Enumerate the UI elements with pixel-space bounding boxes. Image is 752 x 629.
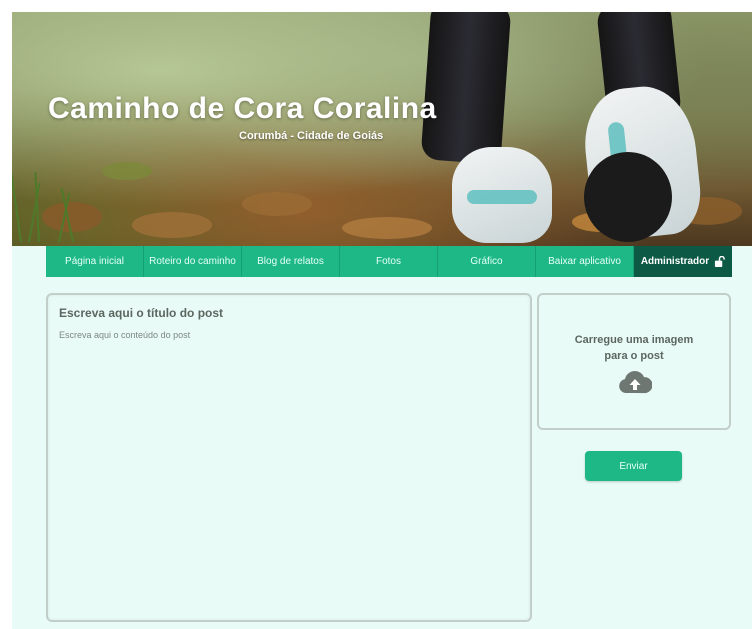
nav-item-label: Administrador xyxy=(640,256,710,267)
nav-item-download-app[interactable]: Baixar aplicativo xyxy=(536,246,634,277)
upload-prompt-line2: para o post xyxy=(604,350,664,362)
lock-open-icon xyxy=(715,256,725,267)
post-content-textarea[interactable] xyxy=(59,330,519,610)
nav-item-label: Blog de relatos xyxy=(257,256,324,267)
send-button[interactable]: Enviar xyxy=(585,451,682,481)
nav-item-admin[interactable]: Administrador xyxy=(634,246,732,277)
nav-item-label: Página inicial xyxy=(65,256,124,267)
nav-item-label: Baixar aplicativo xyxy=(548,256,621,267)
nav-item-label: Roteiro do caminho xyxy=(149,256,236,267)
nav-item-label: Fotos xyxy=(375,256,401,267)
nav-item-label: Gráfico xyxy=(470,256,503,267)
nav-item-blog[interactable]: Blog de relatos xyxy=(242,246,340,277)
site-title: Caminho de Cora Coralina xyxy=(48,92,437,125)
nav-item-route[interactable]: Roteiro do caminho xyxy=(144,246,242,277)
cloud-upload-icon xyxy=(619,371,652,394)
post-title-input[interactable] xyxy=(59,306,519,320)
nav-item-photos[interactable]: Fotos xyxy=(340,246,438,277)
main-nav: Página inicial Roteiro do caminho Blog d… xyxy=(46,246,732,277)
page: Caminho de Cora Coralina Corumbá - Cidad… xyxy=(12,12,752,629)
upload-prompt: Carregue uma imagem para o post xyxy=(539,332,729,364)
nav-item-home[interactable]: Página inicial xyxy=(46,246,144,277)
nav-item-chart[interactable]: Gráfico xyxy=(438,246,536,277)
hero-banner: Caminho de Cora Coralina Corumbá - Cidad… xyxy=(12,12,752,246)
upload-prompt-line1: Carregue uma imagem xyxy=(574,334,694,346)
post-editor xyxy=(46,293,532,622)
image-upload-dropzone[interactable]: Carregue uma imagem para o post xyxy=(537,293,731,430)
site-subtitle: Corumbá - Cidade de Goiás xyxy=(239,130,384,142)
